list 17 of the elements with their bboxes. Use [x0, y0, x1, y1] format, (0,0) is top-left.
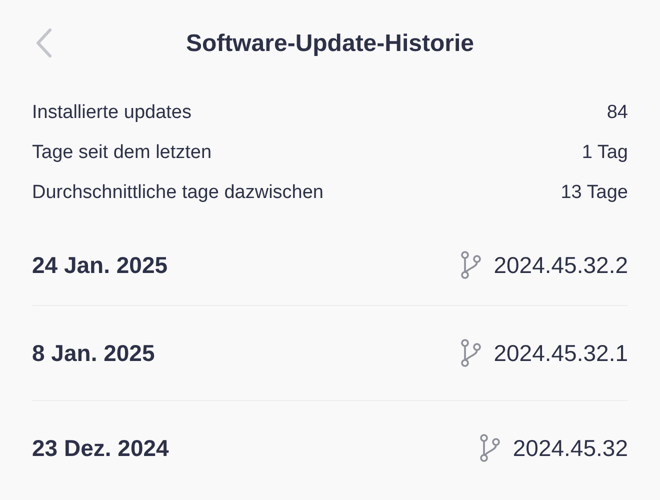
branch-icon: [460, 251, 482, 279]
version-number: 2024.45.32.1: [494, 340, 628, 366]
version-number: 2024.45.32: [512, 434, 628, 462]
branch-icon: [460, 339, 482, 367]
branch-icon: [478, 434, 501, 462]
back-icon[interactable]: [36, 28, 52, 58]
update-date: 8 Jan. 2025: [32, 340, 155, 366]
update-date: 23 Dez. 2024: [32, 434, 169, 462]
stat-value: 1 Tag: [582, 142, 628, 164]
stat-value: 84: [606, 102, 628, 124]
stat-label: Tage seit dem letzten: [32, 142, 212, 164]
stat-value: 13 Tage: [560, 182, 628, 204]
update-date: 24 Jan. 2025: [32, 252, 168, 278]
stat-label: Durchschnittliche tage dazwischen: [32, 182, 324, 204]
version-number: 2024.45.32.2: [494, 252, 628, 278]
stat-label: Installierte updates: [32, 102, 192, 124]
page-title: Software-Update-Historie: [186, 30, 474, 58]
